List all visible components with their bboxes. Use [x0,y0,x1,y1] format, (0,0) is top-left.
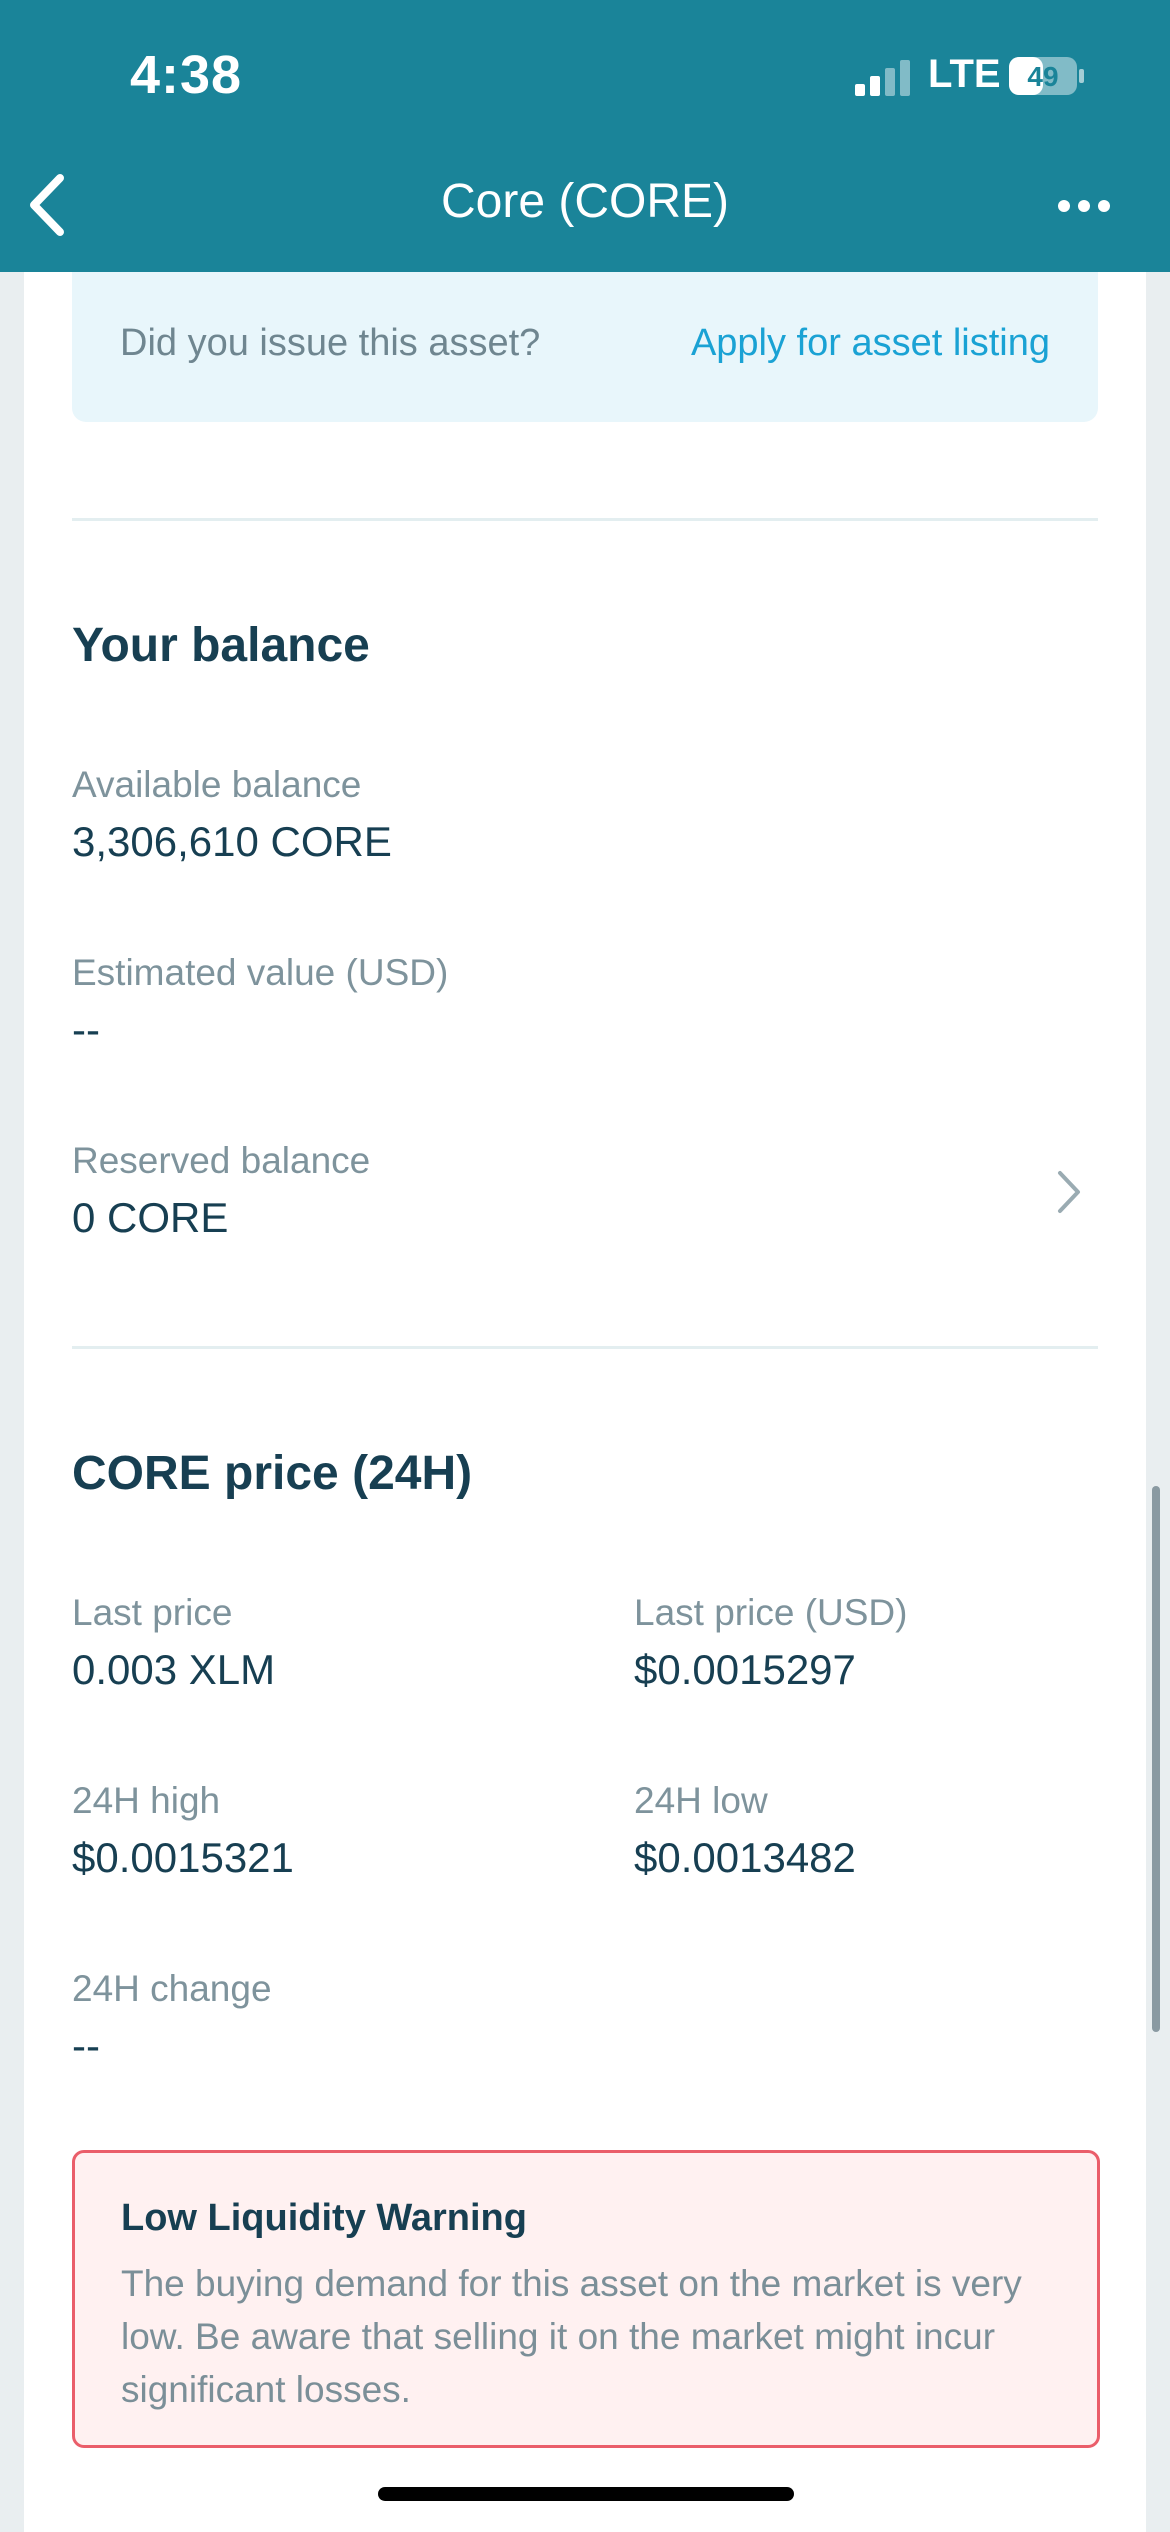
reserved-balance-value: 0 CORE [72,1194,229,1241]
warning-body: The buying demand for this asset on the … [121,2263,1022,2410]
available-balance-value: 3,306,610 CORE [72,818,392,865]
asset-detail-card: Did you issue this asset? Apply for asse… [24,272,1146,2532]
high-24h-label: 24H high [72,1780,221,1821]
last-price-value: 0.003 XLM [72,1646,276,1693]
network-type: LTE [928,52,1001,96]
estimated-value-value: -- [72,1006,100,1053]
last-price-usd-value: $0.0015297 [634,1646,856,1693]
warning-title: Low Liquidity Warning [121,2197,527,2239]
status-time: 4:38 [130,45,243,105]
low-24h-label: 24H low [634,1780,768,1821]
scrollbar[interactable] [1152,1486,1160,2032]
change-24h-value: -- [72,2022,100,2069]
change-24h-label: 24H change [72,1968,272,2009]
available-balance-label: Available balance [72,764,362,805]
divider [72,518,1098,521]
page-title: Core (CORE) [440,175,730,228]
last-price-label: Last price [72,1592,233,1633]
issue-question: Did you issue this asset? [120,322,541,364]
high-24h-value: $0.0015321 [72,1834,294,1881]
divider [72,1346,1098,1349]
balance-section-title: Your balance [72,619,370,672]
estimated-value-label: Estimated value (USD) [72,952,449,993]
battery-icon: 49 [1009,57,1084,95]
reserved-balance-label: Reserved balance [72,1140,371,1181]
chevron-right-icon[interactable] [1054,1167,1084,1217]
last-price-usd-label: Last price (USD) [634,1592,908,1633]
apply-listing-link[interactable]: Apply for asset listing [691,322,1050,365]
price-section-title: CORE price (24H) [72,1447,473,1500]
low-liquidity-warning: Low Liquidity Warning The buying demand … [72,2150,1100,2448]
signal-icon [855,60,910,96]
battery-level: 49 [1027,61,1058,92]
app-header: 4:38 LTE 49 Core (CORE) [0,0,1170,272]
low-24h-value: $0.0013482 [634,1834,856,1881]
more-options-button[interactable] [1056,194,1112,218]
home-indicator[interactable] [378,2487,794,2501]
asset-listing-notice: Did you issue this asset? Apply for asse… [72,272,1098,422]
